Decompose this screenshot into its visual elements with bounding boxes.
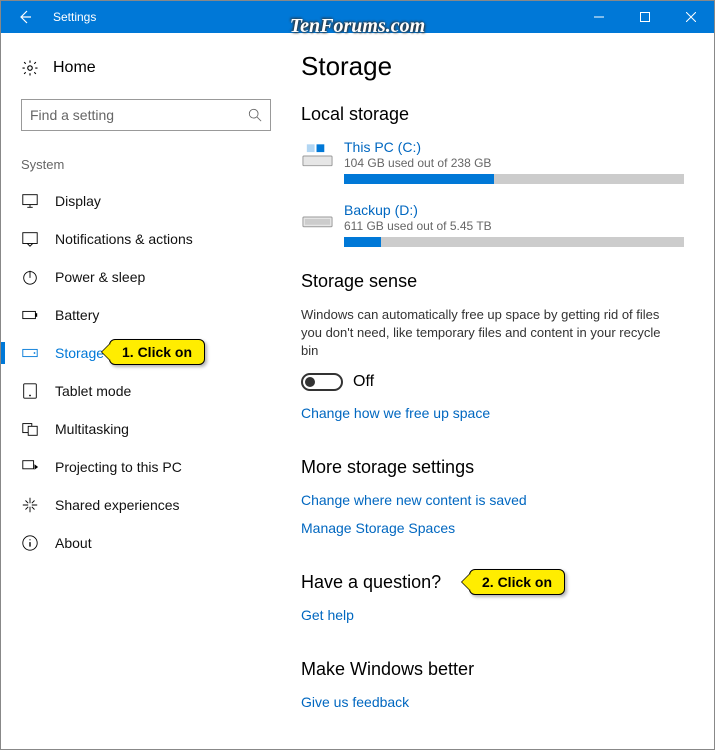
nav-label: Tablet mode bbox=[55, 383, 131, 399]
storage-sense-heading: Storage sense bbox=[301, 271, 684, 292]
monitor-icon bbox=[21, 192, 39, 210]
nav-label: Shared experiences bbox=[55, 497, 180, 513]
storage-sense-desc: Windows can automatically free up space … bbox=[301, 306, 671, 361]
sidebar-item-about[interactable]: About bbox=[1, 524, 291, 562]
minimize-button[interactable] bbox=[576, 1, 622, 33]
feedback-heading: Make Windows better bbox=[301, 659, 684, 680]
disk-icon bbox=[301, 205, 334, 231]
multitasking-icon bbox=[21, 420, 39, 438]
page-title: Storage bbox=[301, 51, 684, 82]
search-placeholder: Find a setting bbox=[30, 107, 248, 123]
home-label: Home bbox=[53, 59, 96, 77]
arrow-left-icon bbox=[17, 9, 33, 25]
info-icon bbox=[21, 534, 39, 552]
usage-bar bbox=[344, 174, 684, 184]
home-button[interactable]: Home bbox=[1, 51, 291, 85]
group-label: System bbox=[1, 151, 291, 182]
nav-label: About bbox=[55, 535, 92, 551]
disk-sub: 611 GB used out of 5.45 TB bbox=[344, 219, 684, 233]
disk-row-d[interactable]: Backup (D:) 611 GB used out of 5.45 TB bbox=[301, 202, 684, 247]
gear-icon bbox=[21, 59, 39, 77]
sidebar: Home Find a setting System Display Notif… bbox=[1, 33, 291, 749]
search-icon bbox=[248, 108, 262, 122]
close-button[interactable] bbox=[668, 1, 714, 33]
back-button[interactable] bbox=[1, 1, 49, 33]
window-title: Settings bbox=[49, 10, 96, 24]
shared-icon bbox=[21, 496, 39, 514]
disk-sub: 104 GB used out of 238 GB bbox=[344, 156, 684, 170]
nav-label: Projecting to this PC bbox=[55, 459, 182, 475]
sidebar-item-projecting[interactable]: Projecting to this PC bbox=[1, 448, 291, 486]
nav-label: Battery bbox=[55, 307, 99, 323]
minimize-icon bbox=[594, 12, 604, 22]
callout-1: 1. Click on bbox=[109, 339, 205, 365]
battery-icon bbox=[21, 306, 39, 324]
callout-2: 2. Click on bbox=[469, 569, 565, 595]
change-save-location-link[interactable]: Change where new content is saved bbox=[301, 492, 527, 508]
search-input[interactable]: Find a setting bbox=[21, 99, 271, 131]
sidebar-item-notifications[interactable]: Notifications & actions bbox=[1, 220, 291, 258]
more-settings-heading: More storage settings bbox=[301, 457, 684, 478]
manage-storage-spaces-link[interactable]: Manage Storage Spaces bbox=[301, 520, 455, 536]
get-help-link[interactable]: Get help bbox=[301, 607, 354, 623]
disk-title: Backup (D:) bbox=[344, 202, 684, 218]
sidebar-item-power[interactable]: Power & sleep bbox=[1, 258, 291, 296]
change-free-up-link[interactable]: Change how we free up space bbox=[301, 405, 490, 421]
titlebar: Settings bbox=[1, 1, 714, 33]
local-storage-heading: Local storage bbox=[301, 104, 684, 125]
storage-sense-toggle[interactable] bbox=[301, 373, 343, 391]
projecting-icon bbox=[21, 458, 39, 476]
maximize-button[interactable] bbox=[622, 1, 668, 33]
disk-title: This PC (C:) bbox=[344, 139, 684, 155]
nav-label: Multitasking bbox=[55, 421, 129, 437]
main-panel: Storage Local storage This PC (C:) 104 G… bbox=[291, 33, 714, 749]
notifications-icon bbox=[21, 230, 39, 248]
disk-row-c[interactable]: This PC (C:) 104 GB used out of 238 GB bbox=[301, 139, 684, 184]
disk-icon bbox=[301, 142, 334, 168]
toggle-label: Off bbox=[353, 373, 374, 391]
tablet-icon bbox=[21, 382, 39, 400]
sidebar-item-multitasking[interactable]: Multitasking bbox=[1, 410, 291, 448]
nav-label: Notifications & actions bbox=[55, 231, 193, 247]
sidebar-item-battery[interactable]: Battery bbox=[1, 296, 291, 334]
sidebar-item-shared[interactable]: Shared experiences bbox=[1, 486, 291, 524]
nav-label: Power & sleep bbox=[55, 269, 145, 285]
storage-icon bbox=[21, 344, 39, 362]
close-icon bbox=[686, 12, 696, 22]
power-icon bbox=[21, 268, 39, 286]
sidebar-item-display[interactable]: Display bbox=[1, 182, 291, 220]
usage-bar bbox=[344, 237, 684, 247]
feedback-link[interactable]: Give us feedback bbox=[301, 694, 409, 710]
maximize-icon bbox=[640, 12, 650, 22]
sidebar-item-tablet[interactable]: Tablet mode bbox=[1, 372, 291, 410]
nav-label: Display bbox=[55, 193, 101, 209]
